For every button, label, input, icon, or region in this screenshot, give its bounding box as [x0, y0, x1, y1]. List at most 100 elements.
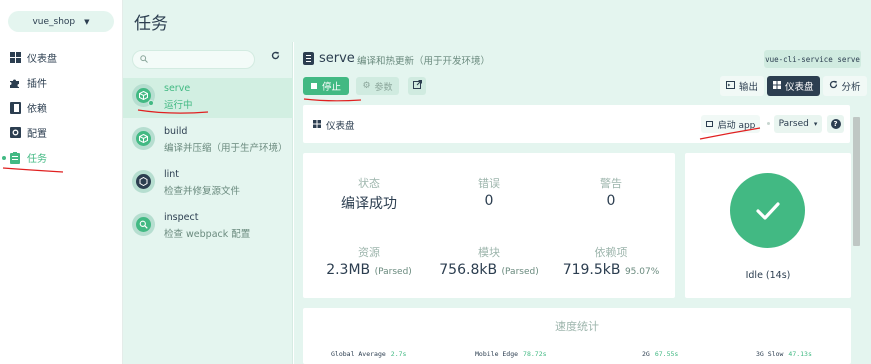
speed-item: Global Average 2.7s [331, 350, 406, 358]
stat-label: 状态 [358, 177, 380, 190]
size-mode-select[interactable]: Parsed ▾ [774, 115, 822, 133]
task-search[interactable] [132, 50, 255, 69]
open-external-icon [412, 80, 422, 92]
clipboard-icon [9, 151, 21, 164]
task-desc: 编译并压缩（用于生产环境） [164, 143, 288, 154]
stat-label: 警告 [600, 177, 622, 190]
project-select[interactable]: vue_shop ▼ [8, 11, 114, 32]
task-detail-title: serve [303, 51, 355, 66]
refresh-icon [829, 80, 838, 92]
open-external-button[interactable] [408, 77, 426, 95]
refresh-icon[interactable] [271, 51, 280, 63]
active-indicator [2, 156, 6, 160]
stat-status: 状态 编译成功 [307, 175, 431, 213]
task-icon [132, 170, 155, 193]
task-name: inspect [164, 212, 199, 223]
speed-item: Mobile Edge 78.72s [475, 350, 547, 358]
task-desc: 检查并修复源文件 [164, 186, 241, 197]
stats-card: 状态 编译成功 错误 0 警告 0 资源 2.3MB (Parsed) 模块 7… [303, 153, 675, 298]
sidebar-item-dashboard[interactable]: 仪表盘 [0, 45, 123, 70]
tab-dashboard[interactable]: 仪表盘 [767, 76, 820, 96]
task-item-build[interactable]: build 编译并压缩（用于生产环境） [123, 121, 293, 161]
task-name: build [164, 126, 188, 137]
stat-modules: 模块 756.8kB (Parsed) [427, 244, 551, 278]
stat-value: 2.3MB (Parsed) [307, 262, 431, 278]
dashboard-toolbar: 仪表盘 启动 app Parsed ▾ ? [303, 105, 850, 143]
inspect-icon [136, 217, 151, 232]
sidebar-item-label: 插件 [27, 79, 47, 90]
stop-button[interactable]: 停止 [303, 77, 349, 95]
separator [767, 122, 770, 125]
running-status-dot [148, 100, 154, 106]
params-label: 参数 [374, 82, 393, 93]
dashboard-icon [773, 80, 782, 92]
sidebar-nav: 仪表盘 插件 依赖 配置 任务 [0, 45, 123, 170]
speed-value: 78.72s [523, 350, 547, 358]
stat-number: 719.5kB [562, 262, 621, 278]
sidebar-item-label: 依赖 [27, 104, 47, 115]
stat-value: 719.5kB 95.07% [549, 262, 673, 278]
tab-output[interactable]: 输出 [720, 76, 765, 96]
stat-label: 资源 [358, 246, 380, 259]
stat-label: 依赖项 [594, 246, 628, 259]
tab-label: 输出 [739, 82, 759, 93]
clipboard-icon [303, 52, 314, 65]
stat-sub: 95.07% [624, 267, 660, 277]
task-name: lint [164, 169, 180, 180]
chevron-down-icon: ▾ [813, 120, 818, 128]
stat-dependencies: 依赖项 719.5kB 95.07% [549, 244, 673, 278]
scrollbar-thumb[interactable] [853, 117, 860, 246]
params-button[interactable]: ⚙ 参数 [356, 77, 399, 95]
tab-analyze[interactable]: 分析 [822, 76, 867, 96]
speed-label: 3G Slow [756, 350, 784, 358]
launch-label: 启动 app [717, 120, 756, 131]
sidebar-item-plugins[interactable]: 插件 [0, 70, 123, 95]
task-item-serve[interactable]: serve 运行中 [123, 78, 293, 118]
stat-value: 756.8kB (Parsed) [427, 262, 551, 278]
sidebar-item-tasks[interactable]: 任务 [0, 145, 123, 170]
task-icon [132, 84, 155, 107]
speed-value: 67.55s [654, 350, 679, 358]
box-icon [136, 131, 151, 146]
task-list-panel: serve 运行中 build 编译并压缩（用于生产环境） lint 检查并修复… [123, 42, 293, 364]
terminal-icon [726, 80, 735, 92]
sidebar-item-config[interactable]: 配置 [0, 120, 123, 145]
stat-sub: (Parsed) [501, 267, 539, 277]
tab-label: 分析 [841, 82, 861, 93]
speed-stats-card: 速度统计 Global Average 2.7s Mobile Edge 78.72… [303, 308, 851, 364]
stat-warnings: 警告 0 [549, 175, 673, 209]
stop-label: 停止 [321, 82, 341, 93]
help-icon: ? [830, 119, 841, 129]
task-item-inspect[interactable]: inspect 检查 webpack 配置 [123, 207, 293, 247]
command-badge: vue-cli-service serve [764, 50, 861, 68]
task-item-lint[interactable]: lint 检查并修复源文件 [123, 164, 293, 204]
page-title: 任务 [134, 14, 168, 34]
stat-label: 错误 [478, 177, 500, 190]
sidebar-item-label: 仪表盘 [27, 54, 57, 65]
puzzle-icon [9, 77, 21, 89]
task-icon [132, 213, 155, 236]
speed-item: 3G Slow 47.13s [756, 350, 812, 358]
dashboard-title: 仪表盘 [313, 118, 355, 132]
speed-value: 2.7s [390, 350, 407, 358]
sidebar-item-dependencies[interactable]: 依赖 [0, 95, 123, 120]
sidebar: vue_shop ▼ 仪表盘 插件 依赖 配置 任务 [0, 0, 123, 364]
dashboard-icon [9, 52, 21, 64]
window-icon [705, 121, 713, 127]
stop-icon [310, 83, 317, 89]
idle-status: Idle (14s) [745, 270, 791, 281]
project-name: vue_shop [32, 16, 76, 27]
task-name: serve [164, 83, 191, 94]
gear-icon: ⚙ [362, 81, 371, 91]
stat-number: 756.8kB [439, 262, 498, 278]
book-icon [9, 101, 21, 114]
eslint-icon [136, 174, 151, 189]
gear-box-icon [9, 127, 21, 139]
launch-app-button[interactable]: 启动 app [701, 115, 760, 133]
speed-item: 2G 67.55s [642, 350, 678, 358]
task-detail-description: 编译和热更新（用于开发环境） [357, 56, 491, 67]
search-input[interactable] [152, 54, 252, 65]
help-button[interactable]: ? [827, 115, 844, 133]
stat-label: 模块 [478, 246, 500, 259]
view-tabs: 输出 仪表盘 分析 [720, 76, 867, 96]
